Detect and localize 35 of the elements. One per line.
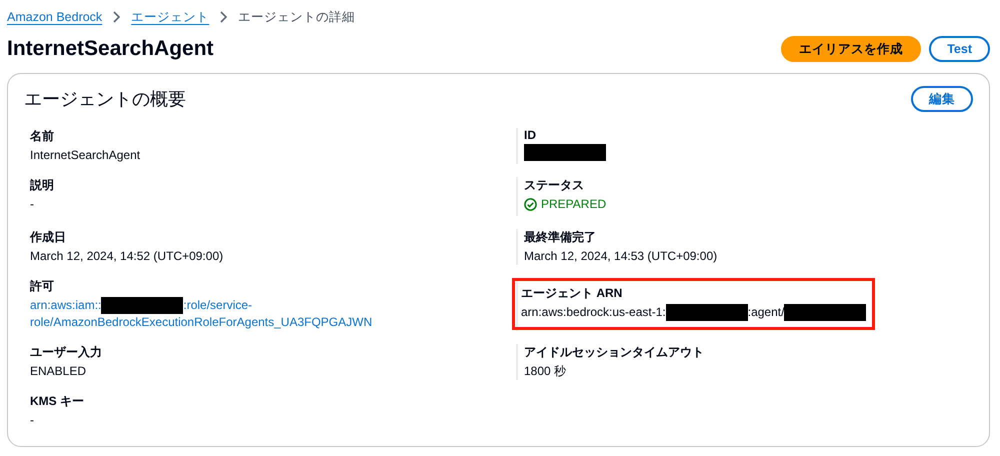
create-alias-button[interactable]: エイリアスを作成: [781, 36, 922, 62]
edit-button[interactable]: 編集: [911, 86, 973, 112]
value-text: 1800 秒: [524, 364, 566, 378]
chevron-icon: [219, 11, 228, 23]
current-page-text: エージェントの詳細: [238, 8, 356, 26]
breadcrumb-link[interactable]: エージェント: [131, 8, 210, 26]
field-label: 作成日: [30, 229, 67, 246]
field-label: 最終準備完了: [524, 229, 597, 246]
field-label: 名前: [30, 128, 55, 145]
field-label: 説明: [30, 177, 54, 194]
field-label: 許可: [30, 278, 55, 295]
value-text: -: [30, 413, 34, 428]
value-text: March 12, 2024, 14:53 (UTC+09:00): [524, 249, 718, 263]
field-label: ユーザー入力: [30, 344, 102, 362]
value-text: :agent/: [748, 305, 784, 319]
status-text: PREPARED: [541, 196, 606, 213]
field-label: KMS キー: [30, 393, 84, 410]
card-title: エージェントの概要: [24, 88, 186, 111]
field-label: ID: [524, 128, 537, 142]
value-text: arn:aws:iam::: [30, 298, 102, 312]
breadcrumb-link[interactable]: Amazon Bedrock: [7, 10, 102, 24]
value-text: -: [30, 197, 34, 211]
field-label: アイドルセッションタイムアウト: [524, 344, 704, 362]
value-text: InternetSearchAgent: [30, 148, 140, 162]
value-text: :role/service-: [183, 298, 252, 312]
value-text: ENABLED: [30, 364, 86, 378]
field-label: エージェント ARN: [521, 285, 624, 302]
check-circle-icon: [524, 198, 537, 211]
value-text: March 12, 2024, 14:52 (UTC+09:00): [30, 249, 224, 263]
chevron-icon: [112, 11, 122, 23]
field-label: ステータス: [524, 177, 585, 194]
page-title: InternetSearchAgent: [7, 37, 214, 61]
value-text: arn:aws:bedrock:us-east-1:: [521, 305, 666, 319]
test-button[interactable]: Test: [929, 36, 990, 62]
value-text: role/AmazonBedrockExecutionRoleForAgents_UA3FQPGAJWN: [30, 315, 372, 330]
